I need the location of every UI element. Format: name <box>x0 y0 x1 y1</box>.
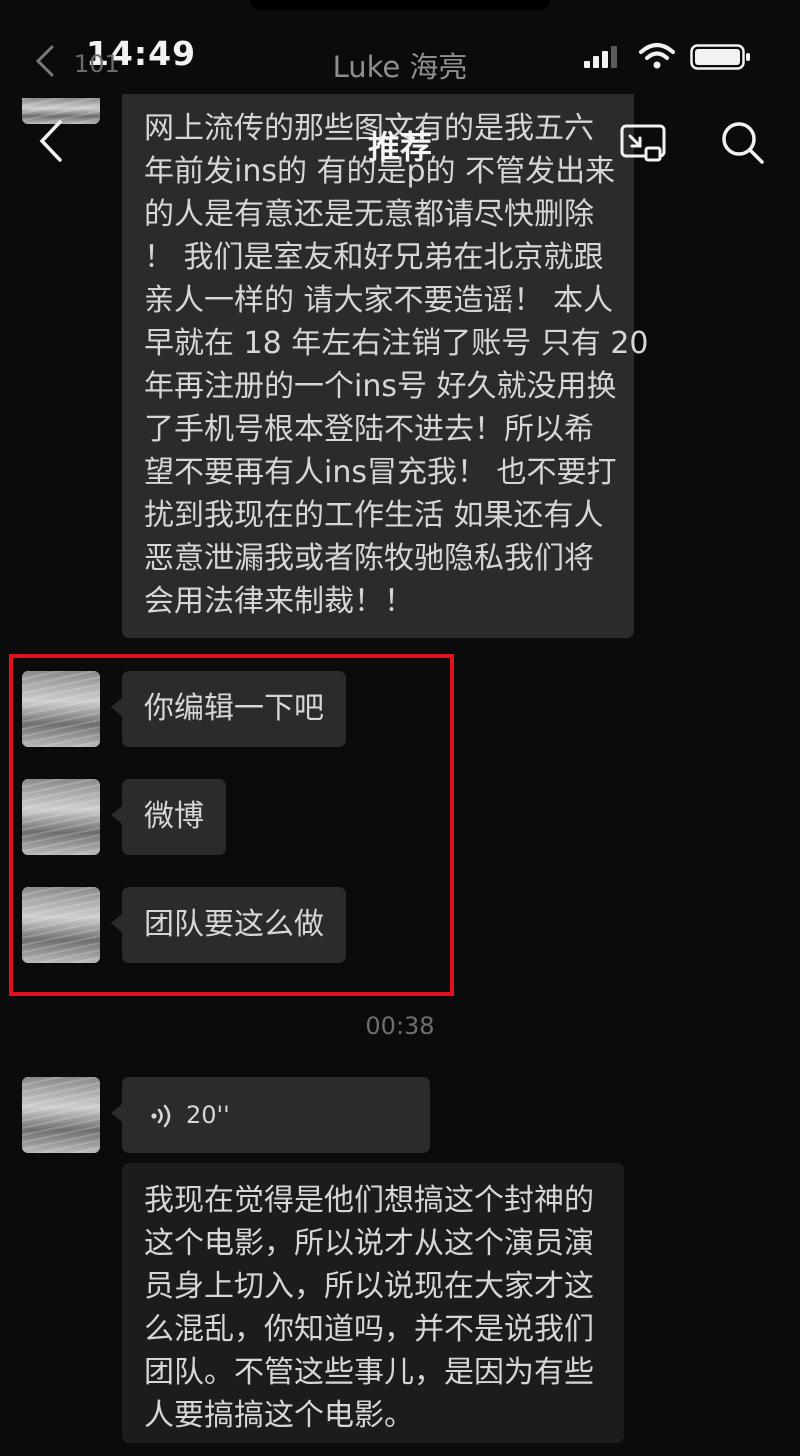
contact-avatar[interactable] <box>22 1077 100 1153</box>
message-line: ！ 我们是室友和好兄弟在北京就跟 <box>144 240 604 275</box>
search-icon[interactable] <box>718 118 766 166</box>
message-timestamp: 00:38 <box>365 1012 435 1040</box>
transcript-line: 团队。不管这些事儿，是因为有些 <box>144 1355 594 1390</box>
voice-duration: 20'' <box>186 1101 230 1129</box>
device-notch <box>250 0 550 10</box>
message-line: 年再注册的一个ins号 好久就没用换 <box>144 369 617 404</box>
message-line: 恶意泄漏我或者陈牧驰隐私我们将 <box>144 541 594 576</box>
transcript-line: 我现在觉得是他们想搞这个封神的 <box>144 1183 594 1218</box>
message-line: 望不要再有人ins冒充我！ 也不要打 <box>144 455 617 490</box>
cast-icon[interactable] <box>620 124 666 164</box>
voice-wave-icon <box>151 1104 171 1128</box>
transcript-line: 员身上切入，所以说现在大家才这 <box>144 1269 594 1304</box>
transcript-line: 这个电影，所以说才从这个演员演 <box>144 1226 594 1261</box>
voice-transcript: 我现在觉得是他们想搞这个封神的 这个电影，所以说才从这个演员演 员身上切入，所以… <box>122 1163 624 1443</box>
voice-message-bubble[interactable]: 20'' <box>111 1077 430 1153</box>
overlay-title: 推荐 <box>367 128 432 166</box>
message-line: 了手机号根本登陆不进去！所以希 <box>144 412 594 447</box>
transcript-line: 人要搞搞这个电影。 <box>144 1398 414 1433</box>
message-line: 扰到我现在的工作生活 如果还有人 <box>144 498 604 533</box>
message-line: 早就在 18 年左右注销了账号 只有 20 <box>144 326 649 361</box>
transcript-line: 么混乱，你知道吗，并不是说我们 <box>144 1312 594 1347</box>
message-line: 会用法律来制裁！！ <box>144 584 414 619</box>
chat-title: Luke 海亮 <box>332 50 468 84</box>
long-message-bubble: 网上流传的那些图文有的是我五六 年前发ins的 有的是p的 不管发出来 的人是有… <box>122 94 649 638</box>
red-highlight-box <box>9 654 454 996</box>
message-line: 亲人一样的 请大家不要造谣！ 本人 <box>144 283 614 318</box>
message-line: 的人是有意还是无意都请尽快删除 <box>144 197 594 232</box>
